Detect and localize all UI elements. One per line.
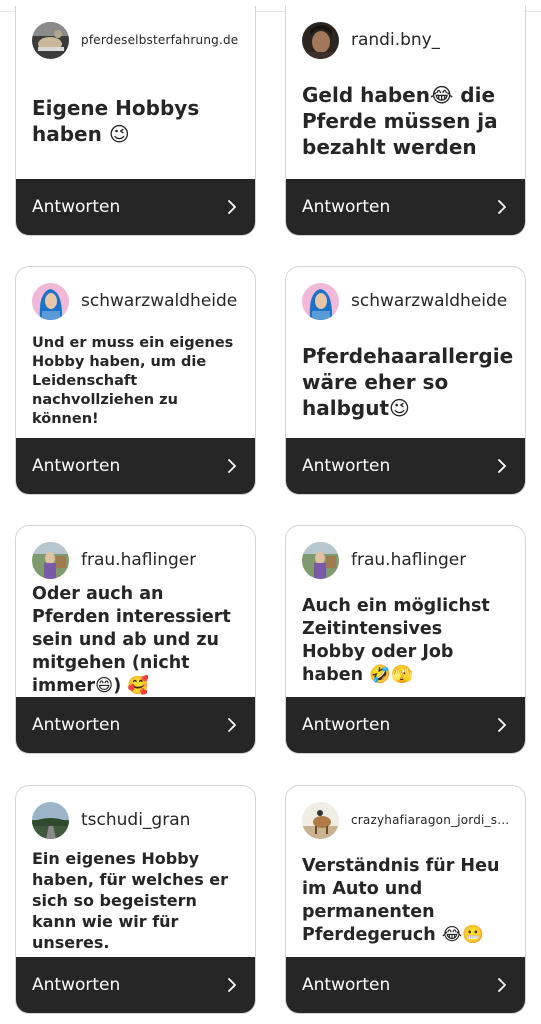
user-avatar[interactable] (32, 541, 69, 579)
user-avatar[interactable] (32, 282, 69, 320)
answer-area: Pferdehaarallergie wäre eher so halbgut😉 (302, 325, 514, 438)
answer-text: Ein eigenes Hobby haben, für welches er … (32, 849, 229, 952)
username[interactable]: crazyhafiaragon_jordi_s... (351, 813, 509, 827)
answer-text: Auch ein möglichst Zeitintensives Hobby … (302, 595, 490, 685)
user-avatar[interactable] (302, 801, 339, 839)
avatar-photo-icon (302, 21, 339, 59)
chevron-right-icon (498, 200, 506, 214)
answer-card: frau.haflinger Auch ein möglichst Zeitin… (285, 525, 526, 754)
username[interactable]: schwarzwaldheide (351, 291, 507, 311)
username[interactable]: schwarzwaldheide (81, 291, 237, 311)
reply-label: Antworten (302, 197, 391, 217)
reply-button[interactable]: Antworten (16, 957, 255, 1013)
reply-button[interactable]: Antworten (286, 438, 525, 494)
user-avatar[interactable] (32, 801, 69, 839)
answer-text: Verständnis für Heu im Auto und permanen… (302, 855, 500, 945)
chevron-right-icon (228, 978, 236, 992)
reply-label: Antworten (302, 715, 391, 735)
answer-card: schwarzwaldheide Pferdehaarallergie wäre… (285, 266, 526, 495)
card-header: randi.bny_ (302, 21, 513, 59)
card-header: pferdeselbsterfahrung.de (32, 21, 243, 59)
card-header: tschudi_gran (32, 801, 243, 839)
chevron-right-icon (498, 459, 506, 473)
answer-card: frau.haflinger Oder auch an Pferden inte… (15, 525, 256, 754)
user-avatar[interactable] (32, 21, 69, 59)
avatar-photo-icon (302, 801, 339, 839)
answer-area: Verständnis für Heu im Auto und permanen… (302, 844, 511, 957)
answer-area: Und er muss ein eigenes Hobby haben, um … (32, 325, 241, 438)
card-header: frau.haflinger (302, 541, 513, 579)
user-avatar[interactable] (302, 21, 339, 59)
answer-area: Eigene Hobbys haben 😉 (32, 64, 241, 177)
card-header: schwarzwaldheide (302, 282, 513, 320)
avatar-photo-icon (32, 801, 69, 839)
chevron-right-icon (228, 459, 236, 473)
answer-card: crazyhafiaragon_jordi_s... Verständnis f… (285, 785, 526, 1014)
chevron-right-icon (498, 718, 506, 732)
chevron-right-icon (228, 718, 236, 732)
reply-label: Antworten (32, 715, 121, 735)
answer-text: Und er muss ein eigenes Hobby haben, um … (32, 335, 234, 427)
username[interactable]: randi.bny_ (351, 30, 440, 50)
card-header: frau.haflinger (32, 541, 243, 579)
reply-button[interactable]: Antworten (16, 179, 255, 235)
username[interactable]: tschudi_gran (81, 810, 190, 830)
answer-card: pferdeselbsterfahrung.de Eigene Hobbys h… (15, 6, 256, 236)
reply-label: Antworten (32, 975, 121, 995)
answer-text: Eigene Hobbys haben 😉 (32, 95, 200, 146)
reply-button[interactable]: Antworten (16, 438, 255, 494)
user-avatar[interactable] (302, 282, 339, 320)
chevron-right-icon (228, 200, 236, 214)
answer-card: randi.bny_ Geld haben😂 die Pferde müssen… (285, 6, 526, 236)
card-header: schwarzwaldheide (32, 282, 243, 320)
avatar-photo-icon (32, 541, 69, 579)
reply-button[interactable]: Antworten (286, 179, 525, 235)
chevron-right-icon (498, 978, 506, 992)
reply-label: Antworten (32, 197, 121, 217)
avatar-photo-icon (32, 21, 69, 59)
answer-card: tschudi_gran Ein eigenes Hobby haben, fü… (15, 785, 256, 1014)
username[interactable]: pferdeselbsterfahrung.de (81, 33, 238, 47)
reply-button[interactable]: Antworten (286, 697, 525, 753)
avatar-photo-icon (32, 282, 69, 320)
avatar-photo-icon (302, 541, 339, 579)
answer-cards-grid: pferdeselbsterfahrung.de Eigene Hobbys h… (0, 0, 541, 1024)
answer-area: Geld haben😂 die Pferde müssen ja bezahlt… (302, 64, 511, 177)
card-header: crazyhafiaragon_jordi_s... (302, 801, 513, 839)
answer-text: Oder auch an Pferden interessiert sein u… (32, 584, 231, 696)
answer-text: Geld haben😂 die Pferde müssen ja bezahlt… (302, 82, 498, 159)
reply-label: Antworten (302, 975, 391, 995)
answer-area: Oder auch an Pferden interessiert sein u… (32, 584, 241, 697)
user-avatar[interactable] (302, 541, 339, 579)
username[interactable]: frau.haflinger (351, 550, 466, 570)
reply-label: Antworten (302, 456, 391, 476)
answer-card: schwarzwaldheide Und er muss ein eigenes… (15, 266, 256, 495)
avatar-photo-icon (302, 282, 339, 320)
username[interactable]: frau.haflinger (81, 550, 196, 570)
reply-label: Antworten (32, 456, 121, 476)
reply-button[interactable]: Antworten (16, 697, 255, 753)
reply-button[interactable]: Antworten (286, 957, 525, 1013)
answer-area: Auch ein möglichst Zeitintensives Hobby … (302, 584, 511, 697)
answer-area: Ein eigenes Hobby haben, für welches er … (32, 844, 241, 957)
answer-text: Pferdehaarallergie wäre eher so halbgut😉 (302, 343, 514, 420)
